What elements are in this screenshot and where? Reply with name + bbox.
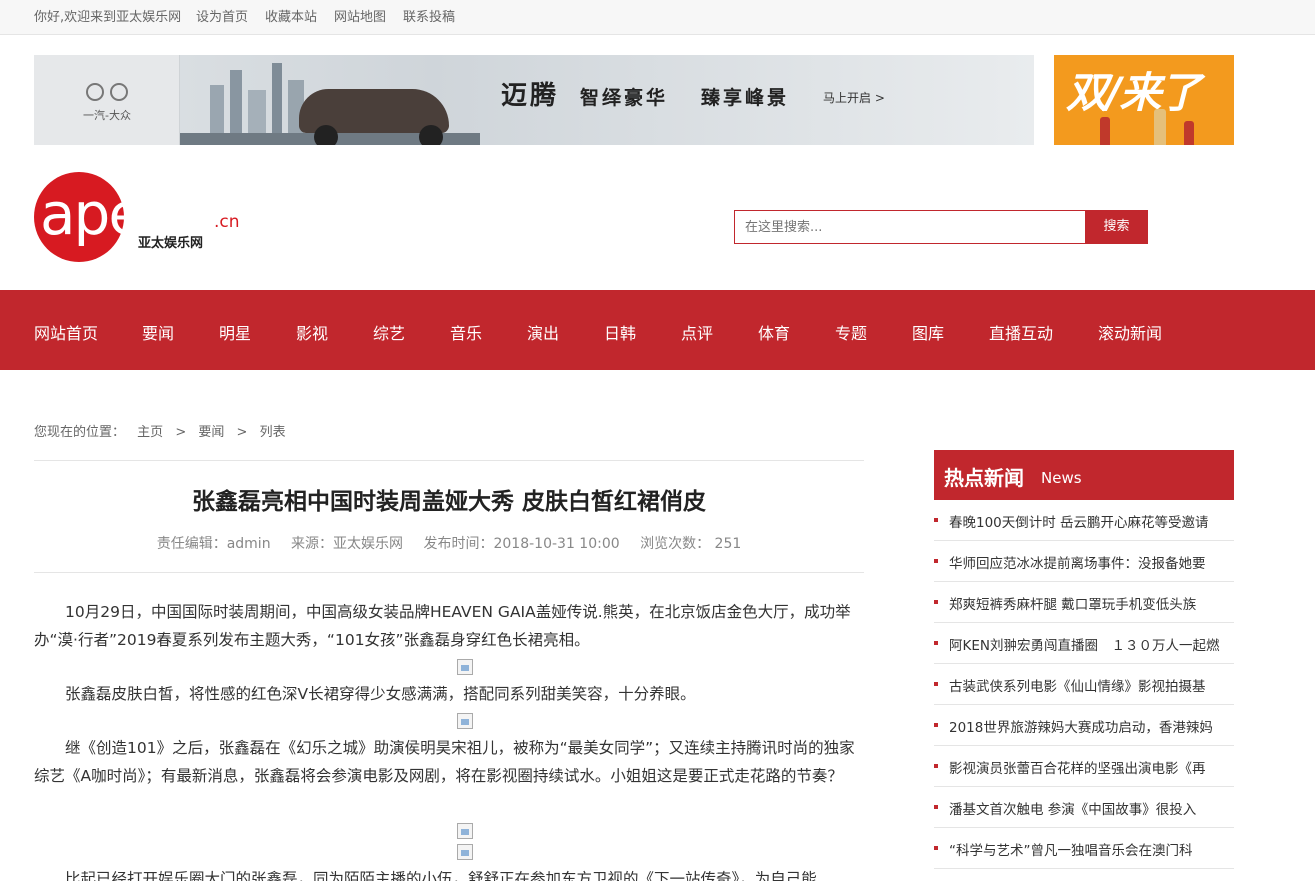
hot-news-link[interactable]: 潘基文首次触电 参演《中国故事》很投入: [949, 798, 1196, 818]
list-item[interactable]: 华师回应范冰冰提前离场事件：没报备她要: [934, 541, 1234, 582]
hot-news-link[interactable]: 2018世界旅游辣妈大赛成功启动，香港辣妈: [949, 716, 1213, 736]
search-button[interactable]: 搜索: [1085, 210, 1148, 244]
hot-news-link[interactable]: 阿KEN刘翀宏勇闯直播圈 １３０万人一起燃: [949, 634, 1219, 654]
ad-cta[interactable]: 马上开启 >: [823, 89, 885, 106]
breadcrumb-separator: >: [175, 425, 187, 440]
list-item[interactable]: 影视演员张蕾百合花样的坚强出演电影《再: [934, 746, 1234, 787]
hot-news-link[interactable]: 郑爽短裤秀麻杆腿 戴口罩玩手机变低头族: [949, 593, 1196, 613]
article-meta: 责任编辑：admin 来源：亚太娱乐网 发布时间：2018-10-31 10:0…: [34, 533, 864, 553]
nav-item-sports[interactable]: 体育: [758, 320, 790, 344]
bullet-icon: [934, 846, 938, 850]
article-source: 来源：亚太娱乐网: [291, 536, 404, 552]
hot-news-title-en: News: [1041, 469, 1082, 487]
list-item[interactable]: 春晚100天倒计时 岳云鹏开心麻花等受邀请: [934, 500, 1234, 541]
ad-headline: 迈腾: [501, 81, 560, 111]
ad-slogan-1: 智绎豪华: [580, 87, 669, 109]
hot-news-link[interactable]: 春晚100天倒计时 岳云鹏开心麻花等受邀请: [949, 511, 1209, 531]
breadcrumb-home[interactable]: 主页: [137, 425, 163, 440]
bullet-icon: [934, 805, 938, 809]
bullet-icon: [934, 518, 938, 522]
article-views: 浏览次数： 251: [640, 536, 742, 552]
broken-image-icon: [457, 713, 473, 729]
divider: [34, 460, 864, 461]
car-wheel-icon: [314, 125, 338, 145]
list-item[interactable]: 2018世界旅游辣妈大赛成功启动，香港辣妈: [934, 705, 1234, 746]
nav-item-home[interactable]: 网站首页: [34, 320, 98, 344]
search-bar: 搜索: [734, 210, 1148, 244]
logo-domain-suffix: .cn: [214, 212, 240, 232]
banner-ad[interactable]: 一汽-大众 迈腾 智绎豪华 臻享峰景 马上开启 >: [34, 55, 1034, 145]
article-paragraph: 比起已经打开娱乐圈大门的张鑫磊，同为陌陌主播的小伍，舒舒正在参加东方卫视的《下一…: [65, 870, 817, 881]
hot-news-link[interactable]: 古装武侠系列电影《仙山情缘》影视拍摄基: [949, 675, 1206, 695]
broken-image-icon: [457, 659, 473, 675]
bullet-icon: [934, 559, 938, 563]
bullet-icon: [934, 723, 938, 727]
bullet-icon: [934, 764, 938, 768]
top-bar: 你好,欢迎来到亚太娱乐网 设为首页 收藏本站 网站地图 联系投稿: [0, 0, 1315, 35]
hot-news-title: 热点新闻: [944, 466, 1024, 490]
divider: [34, 572, 864, 573]
topbar-link-set-homepage[interactable]: 设为首页: [196, 6, 248, 25]
bullet-icon: [934, 682, 938, 686]
breadcrumb: 您现在的位置： 主页 > 要闻 > 列表: [34, 421, 294, 440]
broken-image-icon: [457, 844, 473, 860]
article-paragraph: 张鑫磊皮肤白皙，将性感的红色深V长裙穿得少女感满满，搭配同系列甜美笑容，十分养眼…: [65, 685, 696, 703]
car-wheel-icon: [419, 125, 443, 145]
list-item[interactable]: 阿KEN刘翀宏勇闯直播圈 １３０万人一起燃: [934, 623, 1234, 664]
nav-item-news[interactable]: 要闻: [142, 320, 174, 344]
logo-site-name: 亚太娱乐网: [138, 236, 204, 251]
nav-item-variety[interactable]: 综艺: [373, 320, 405, 344]
hot-news-header: 热点新闻 News: [934, 450, 1234, 500]
topbar-link-contribute[interactable]: 联系投稿: [403, 6, 455, 25]
hot-news-panel: 热点新闻 News 春晚100天倒计时 岳云鹏开心麻花等受邀请 华师回应范冰冰提…: [934, 450, 1234, 869]
ad-brand-name: 一汽-大众: [83, 109, 131, 122]
breadcrumb-current[interactable]: 列表: [260, 425, 286, 440]
topbar-link-sitemap[interactable]: 网站地图: [334, 6, 386, 25]
hot-news-list: 春晚100天倒计时 岳云鹏开心麻花等受邀请 华师回应范冰冰提前离场事件：没报备她…: [934, 500, 1234, 869]
nav-item-topics[interactable]: 专题: [835, 320, 867, 344]
nav-item-reviews[interactable]: 点评: [681, 320, 713, 344]
topbar-link-bookmark[interactable]: 收藏本站: [265, 6, 317, 25]
article-paragraph: 10月29日，中国国际时装周期间，中国高级女装品牌HEAVEN GAIA盖娅传说…: [34, 603, 851, 649]
nav-item-japan-korea[interactable]: 日韩: [604, 320, 636, 344]
nav-item-live[interactable]: 直播互动: [989, 320, 1053, 344]
breadcrumb-separator: >: [236, 425, 248, 440]
list-item[interactable]: 古装武侠系列电影《仙山情缘》影视拍摄基: [934, 664, 1234, 705]
bottle-icon: [1184, 121, 1194, 145]
article-editor: 责任编辑：admin: [156, 536, 271, 552]
welcome-text: 你好,欢迎来到亚太娱乐网: [34, 10, 182, 25]
car-brand-icon: [86, 83, 128, 101]
nav-item-film-tv[interactable]: 影视: [296, 320, 328, 344]
hot-news-link[interactable]: “科学与艺术”曾凡一独唱音乐会在澳门科: [949, 839, 1193, 859]
nav-item-rolling-news[interactable]: 滚动新闻: [1098, 320, 1162, 344]
breadcrumb-section[interactable]: 要闻: [198, 425, 224, 440]
hot-news-link[interactable]: 华师回应范冰冰提前离场事件：没报备她要: [949, 552, 1206, 572]
list-item[interactable]: 郑爽短裤秀麻杆腿 戴口罩玩手机变低头族: [934, 582, 1234, 623]
article-paragraph: 继《创造101》之后，张鑫磊在《幻乐之城》助演侯明昊宋祖儿，被称为“最美女同学”…: [34, 739, 855, 785]
bottle-icon: [1100, 117, 1110, 145]
site-logo[interactable]: apent .cn 亚太娱乐网: [34, 172, 244, 262]
hot-news-link[interactable]: 影视演员张蕾百合花样的坚强出演电影《再: [949, 757, 1206, 777]
article-title: 张鑫磊亮相中国时装周盖娅大秀 皮肤白皙红裙俏皮: [191, 489, 706, 515]
list-item[interactable]: 潘基文首次触电 参演《中国故事》很投入: [934, 787, 1234, 828]
nav-item-performance[interactable]: 演出: [527, 320, 559, 344]
bullet-icon: [934, 600, 938, 604]
nav-item-gallery[interactable]: 图库: [912, 320, 944, 344]
ad-slogan-2: 臻享峰景: [701, 87, 790, 109]
bottle-icon: [1154, 109, 1166, 145]
breadcrumb-prefix: 您现在的位置：: [34, 425, 126, 440]
nav-item-stars[interactable]: 明星: [219, 320, 251, 344]
search-input[interactable]: [734, 210, 1086, 244]
side-ad-text: 双/来了: [1066, 68, 1201, 117]
article-date: 发布时间：2018-10-31 10:00: [423, 536, 620, 552]
nav-item-music[interactable]: 音乐: [450, 320, 482, 344]
ad-brand-logo: 一汽-大众: [34, 55, 180, 145]
list-item[interactable]: “科学与艺术”曾凡一独唱音乐会在澳门科: [934, 828, 1234, 869]
broken-image-icon: [457, 823, 473, 839]
main-nav: 网站首页 要闻 明星 影视 综艺 音乐 演出 日韩 点评 体育 专题 图库 直播…: [0, 290, 1315, 370]
side-banner-ad[interactable]: 双/来了: [1054, 55, 1234, 145]
bullet-icon: [934, 641, 938, 645]
